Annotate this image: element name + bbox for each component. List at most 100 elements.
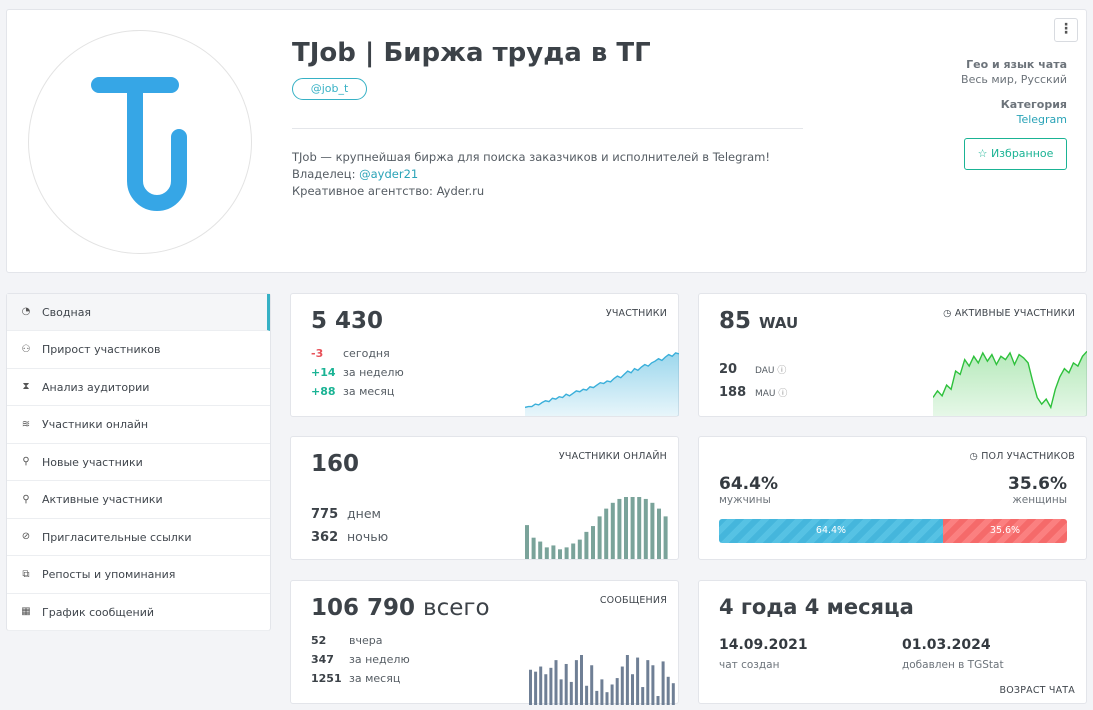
geo-value: Весь мир, Русский xyxy=(961,73,1067,86)
divider xyxy=(292,128,803,129)
chart-bar xyxy=(637,497,642,559)
stat-label: MAU xyxy=(755,389,776,399)
channel-title: TJob | Биржа труда в ТГ xyxy=(292,38,651,68)
chart-bar xyxy=(577,539,582,559)
chart-bar xyxy=(544,547,549,559)
chart-bar xyxy=(569,681,573,705)
gender-card[interactable]: ◷ ПОЛ УЧАСТНИКОВ 64.4% мужчины 35.6% жен… xyxy=(698,436,1087,560)
info-icon[interactable]: ⓘ xyxy=(776,389,787,399)
sidebar-item-5[interactable]: ⚲ Новые участники xyxy=(7,444,270,481)
chat-age-card: 4 года 4 месяца 14.09.2021 чат создан 01… xyxy=(698,580,1087,704)
subscribers-card[interactable]: 5 430 УЧАСТНИКИ -3 сегодня +14 за неделю +88… xyxy=(290,293,679,417)
chart-bar xyxy=(538,541,543,559)
more-menu-button[interactable]: ⋮ xyxy=(1054,18,1078,42)
online-total: 160 xyxy=(311,451,360,477)
sidebar-item-7[interactable]: ⊘ Пригласительные ссылки xyxy=(7,519,270,556)
messages-suffix: всего xyxy=(423,595,490,621)
chart-bar xyxy=(646,660,650,705)
chart-bar xyxy=(630,497,635,559)
chart-bar xyxy=(539,666,543,705)
chart-area xyxy=(933,351,1087,416)
sidebar-item-2[interactable]: ⚇ Прирост участников xyxy=(7,332,270,369)
wau-value: 85 xyxy=(719,308,752,334)
sidebar-item-3[interactable]: ⧗ Анализ аудитории xyxy=(7,369,270,406)
sidebar-item-label: Репосты и упоминания xyxy=(42,568,176,581)
online-members-card[interactable]: 160 УЧАСТНИКИ ОНЛАЙН 775 днем 362 ночью xyxy=(290,436,679,560)
active-label-text: АКТИВНЫЕ УЧАСТНИКИ xyxy=(954,308,1075,319)
added-label: добавлен в TGStat xyxy=(902,659,1004,671)
messages-chart xyxy=(529,655,675,705)
link-icon: ⊘ xyxy=(21,531,31,542)
clock-icon: ◷ xyxy=(969,451,978,462)
messages-card[interactable]: 106 790 всего СООБЩЕНИЯ 52 вчера 347 за нед… xyxy=(290,580,679,705)
owner-line: Владелец: @ayder21 xyxy=(292,166,770,183)
chart-bar xyxy=(544,674,548,705)
owner-prefix: Владелец: xyxy=(292,167,360,181)
male-label: мужчины xyxy=(719,494,771,506)
chart-bar xyxy=(574,660,578,705)
owner-link[interactable]: @ayder21 xyxy=(359,167,418,181)
chart-bar xyxy=(641,687,645,705)
chart-bar xyxy=(590,665,594,705)
chart-bar xyxy=(624,497,628,559)
stat-value: 362 xyxy=(311,530,339,545)
active-label: ◷ АКТИВНЫЕ УЧАСТНИКИ xyxy=(943,308,1075,319)
online-members-chart xyxy=(525,497,668,559)
subscribers-total: 5 430 xyxy=(311,308,384,334)
wifi-icon: ≋ xyxy=(21,418,31,430)
chart-bar xyxy=(620,666,624,705)
sidebar-item-label: Пригласительные ссылки xyxy=(42,530,192,544)
sidebar-item-9[interactable]: ▦ График сообщений xyxy=(7,594,270,631)
channel-username-badge[interactable]: @job_t xyxy=(292,78,367,100)
sidebar-item-4[interactable]: ≋ Участники онлайн xyxy=(7,407,270,444)
stat-label: ночью xyxy=(347,529,389,544)
stat-label: за месяц xyxy=(349,672,401,685)
sidebar-item-label: Участники онлайн xyxy=(42,418,149,431)
sidebar-item-6[interactable]: ⚲ Активные участники xyxy=(7,482,270,519)
chart-bar xyxy=(615,678,619,705)
chart-bar xyxy=(631,674,634,705)
chart-bar xyxy=(600,679,604,705)
stat-row: -3 сегодня xyxy=(311,347,390,360)
chart-bar xyxy=(564,547,569,559)
sidebar-item-label: График сообщений xyxy=(42,605,155,619)
stat-row: 775 днем xyxy=(311,506,381,522)
sidebar-item-label: Активные участники xyxy=(42,493,163,506)
users-icon: ⚇ xyxy=(21,343,31,355)
chat-age-title: 4 года 4 месяца xyxy=(719,595,914,619)
user-active-icon: ⚲ xyxy=(22,493,30,505)
info-icon[interactable]: ⓘ xyxy=(775,366,786,376)
chart-bar xyxy=(580,655,583,705)
channel-avatar xyxy=(28,30,252,254)
sidebar-item-8[interactable]: ⧉ Репосты и упоминания xyxy=(7,557,270,594)
chart-bar xyxy=(595,690,599,705)
sidebar-item-1[interactable]: ◔ Сводная xyxy=(7,294,270,331)
messages-total-value: 106 790 xyxy=(311,595,416,621)
stat-row: 347 за неделю xyxy=(311,653,410,666)
sidebar-item-label: Анализ аудитории xyxy=(42,380,150,394)
channel-description: TJob — крупнейшая биржа для поиска заказ… xyxy=(292,149,770,200)
chart-bar xyxy=(571,543,576,559)
male-bar: 64.4% xyxy=(719,519,943,543)
subscribers-label: УЧАСТНИКИ xyxy=(605,308,667,319)
chart-bar xyxy=(549,667,553,705)
chart-bar xyxy=(663,516,668,559)
category-label: Категория xyxy=(1000,98,1067,111)
favorite-button[interactable]: ☆ Избранное xyxy=(964,138,1067,170)
chart-bar xyxy=(605,692,609,705)
clock-icon: ◷ xyxy=(943,308,952,319)
category-link[interactable]: Telegram xyxy=(1017,113,1067,126)
sidebar-item-label: Прирост участников xyxy=(42,343,161,356)
stat-label: за месяц xyxy=(343,385,395,398)
chart-bar xyxy=(531,537,536,559)
active-members-card[interactable]: 85 WAU ◷ АКТИВНЫЕ УЧАСТНИКИ 20 DAU ⓘ 188 MA… xyxy=(698,293,1087,417)
stat-row: 52 вчера xyxy=(311,634,382,647)
chart-bar xyxy=(585,685,589,705)
chart-bar xyxy=(636,657,640,705)
stat-value: 775 xyxy=(311,507,339,522)
stat-label: днем xyxy=(347,506,381,521)
gender-label: ◷ ПОЛ УЧАСТНИКОВ xyxy=(969,451,1075,462)
chart-bar xyxy=(584,531,589,559)
chart-bar xyxy=(617,498,622,559)
sidebar-nav: ◔ Сводная ⚇ Прирост участников ⧗ Анализ аудит… xyxy=(6,293,271,631)
